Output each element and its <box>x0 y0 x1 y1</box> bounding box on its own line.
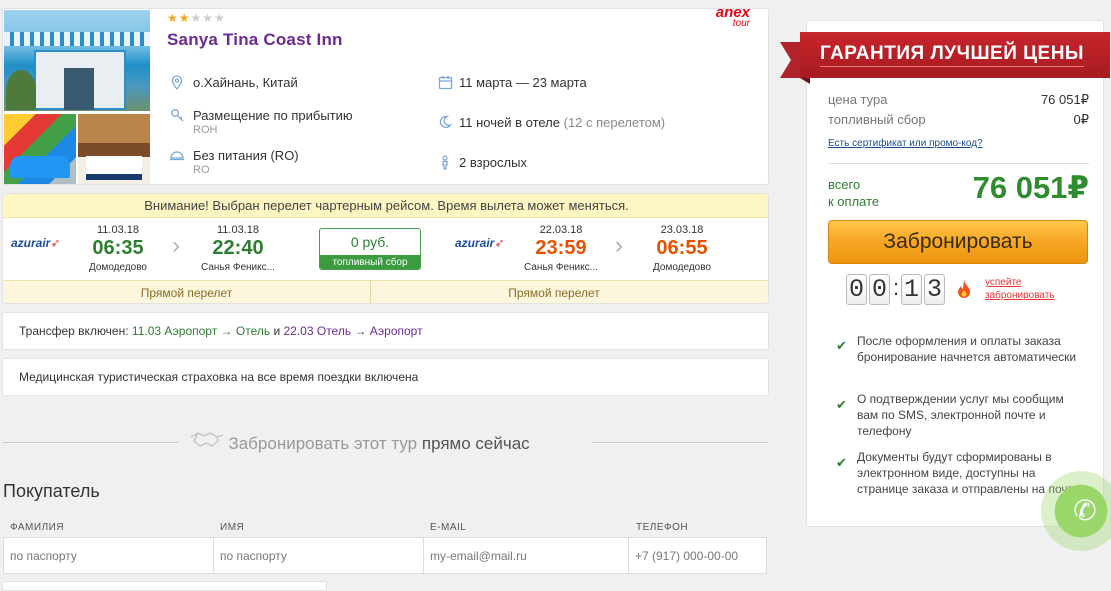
email-label: E-MAIL <box>430 522 467 533</box>
meal-code: RO <box>193 164 210 176</box>
fuel-fee-side-label: топливный сбор <box>828 112 926 127</box>
person-icon <box>437 154 453 170</box>
outbound-arr-date: 11.03.18 <box>216 224 259 236</box>
note-auto-booking: После оформления и оплаты заказа брониро… <box>857 334 1077 364</box>
direct-flight-row: Прямой перелет Прямой перелет <box>3 280 768 303</box>
divider-right <box>592 442 768 443</box>
timer-digit: 0 <box>846 274 867 305</box>
name-input[interactable]: по паспорту <box>213 537 424 574</box>
book-now-heading: Забронировать этот тур прямо сейчас <box>190 431 530 454</box>
fuel-fee-label: топливный сбор <box>320 255 420 269</box>
phone-icon: ✆ <box>1073 495 1097 526</box>
operator-logo: anex tour <box>715 4 750 29</box>
airline-logo-outbound: azurair➶ <box>11 236 61 250</box>
promo-code-link[interactable]: Есть сертификат или промо-код? <box>828 138 983 149</box>
transfer-info: Трансфер включен: 11.03 Аэропорт → Отель… <box>2 312 769 350</box>
timer-colon: : <box>893 275 900 300</box>
hotel-stars: ★★★★★ <box>167 11 226 25</box>
meal-plan: Без питания (RO) <box>193 148 299 163</box>
check-icon: ✔ <box>836 397 847 412</box>
direct-flight-return: Прямой перелет <box>508 286 600 300</box>
hurry-link[interactable]: успейте забронировать <box>985 276 1055 302</box>
meal-cloche-icon <box>169 147 185 163</box>
hotel-photo-room-1[interactable] <box>4 114 76 184</box>
room-key-icon <box>169 107 185 123</box>
hotel-card <box>2 8 769 185</box>
surname-label: ФАМИЛИЯ <box>10 522 65 533</box>
total-price: 76 051₽ <box>972 170 1089 205</box>
outbound-arr-airport: Санья Феникс... <box>201 262 275 273</box>
tour-price-value: 76 051₽ <box>1040 92 1089 107</box>
return-arr-date: 23.03.18 <box>660 224 704 236</box>
insurance-info: Медицинская туристическая страховка на в… <box>2 358 769 396</box>
timer-digit: 0 <box>869 274 890 305</box>
outbound-dep-time: 06:35 <box>92 237 144 259</box>
handshake-icon <box>190 432 228 453</box>
return-dep-airport: Санья Феникс... <box>524 262 598 273</box>
guests-count: 2 взрослых <box>459 155 527 170</box>
nights-count: 11 ночей в отеле (12 с перелетом) <box>459 115 666 130</box>
location-pin-icon <box>169 74 185 90</box>
return-arr-airport: Домодедово <box>653 262 711 273</box>
room-code: ROH <box>193 124 218 136</box>
chevron-right-icon: › <box>172 232 180 259</box>
hotel-photo-main[interactable] <box>4 10 150 111</box>
return-dep-time: 23:59 <box>535 237 587 259</box>
surname-input[interactable]: по паспорту <box>3 537 214 574</box>
room-type: Размещение по прибытию <box>193 108 353 123</box>
check-icon: ✔ <box>836 338 847 353</box>
name-label: ИМЯ <box>220 522 245 533</box>
charter-warning: Внимание! Выбран перелет чартерным рейсо… <box>3 194 768 218</box>
book-button[interactable]: Забронировать <box>828 220 1088 264</box>
flight-divider <box>370 280 371 303</box>
best-price-text: ГАРАНТИЯ ЛУЧШЕЙ ЦЕНЫ <box>820 43 1085 67</box>
outbound-arr-time: 22:40 <box>212 237 264 259</box>
flight-block: Внимание! Выбран перелет чартерным рейсо… <box>2 193 769 304</box>
fuel-fee-side-value: 0₽ <box>1073 112 1089 127</box>
direct-flight-outbound: Прямой перелет <box>140 286 233 300</box>
hotel-photo-room-2[interactable] <box>78 114 150 184</box>
total-label: всего к оплате <box>828 177 880 209</box>
hotel-location: о.Хайнань, Китай <box>193 75 298 90</box>
check-icon: ✔ <box>836 455 847 470</box>
outbound-dep-airport: Домодедово <box>89 262 147 273</box>
travel-dates: 11 марта — 23 марта <box>459 75 587 90</box>
divider-left <box>3 442 178 443</box>
outbound-dep-date: 11.03.18 <box>96 224 139 236</box>
return-dep-date: 22.03.18 <box>539 224 583 236</box>
next-row-hint <box>2 581 327 591</box>
note-confirmation: О подтверждении услуг мы сообщим вам по … <box>857 392 1064 438</box>
hotel-name[interactable]: Sanya Tina Coast Inn <box>167 30 343 50</box>
phone-label: ТЕЛЕФОН <box>636 522 689 533</box>
email-input[interactable]: my-email@mail.ru <box>423 537 629 574</box>
best-price-ribbon: ГАРАНТИЯ ЛУЧШЕЙ ЦЕНЫ <box>780 32 1110 84</box>
buyer-title: Покупатель <box>3 481 100 501</box>
fuel-fee-badge: 0 руб. топливный сбор <box>319 228 421 270</box>
tour-price-label: цена тура <box>828 92 888 107</box>
moon-icon <box>437 114 453 130</box>
chevron-right-icon: › <box>615 232 623 259</box>
price-divider <box>828 163 1089 164</box>
callback-button[interactable]: ✆ <box>1041 471 1111 551</box>
return-arr-time: 06:55 <box>656 237 708 259</box>
timer-digit: 3 <box>924 274 945 305</box>
timer-digit: 1 <box>901 274 922 305</box>
fire-icon <box>956 279 972 304</box>
fuel-fee-price: 0 руб. <box>350 234 390 250</box>
phone-input[interactable]: +7 (917) 000-00-00 <box>628 537 767 574</box>
calendar-icon <box>437 74 453 90</box>
airline-logo-return: azurair➶ <box>455 236 505 250</box>
